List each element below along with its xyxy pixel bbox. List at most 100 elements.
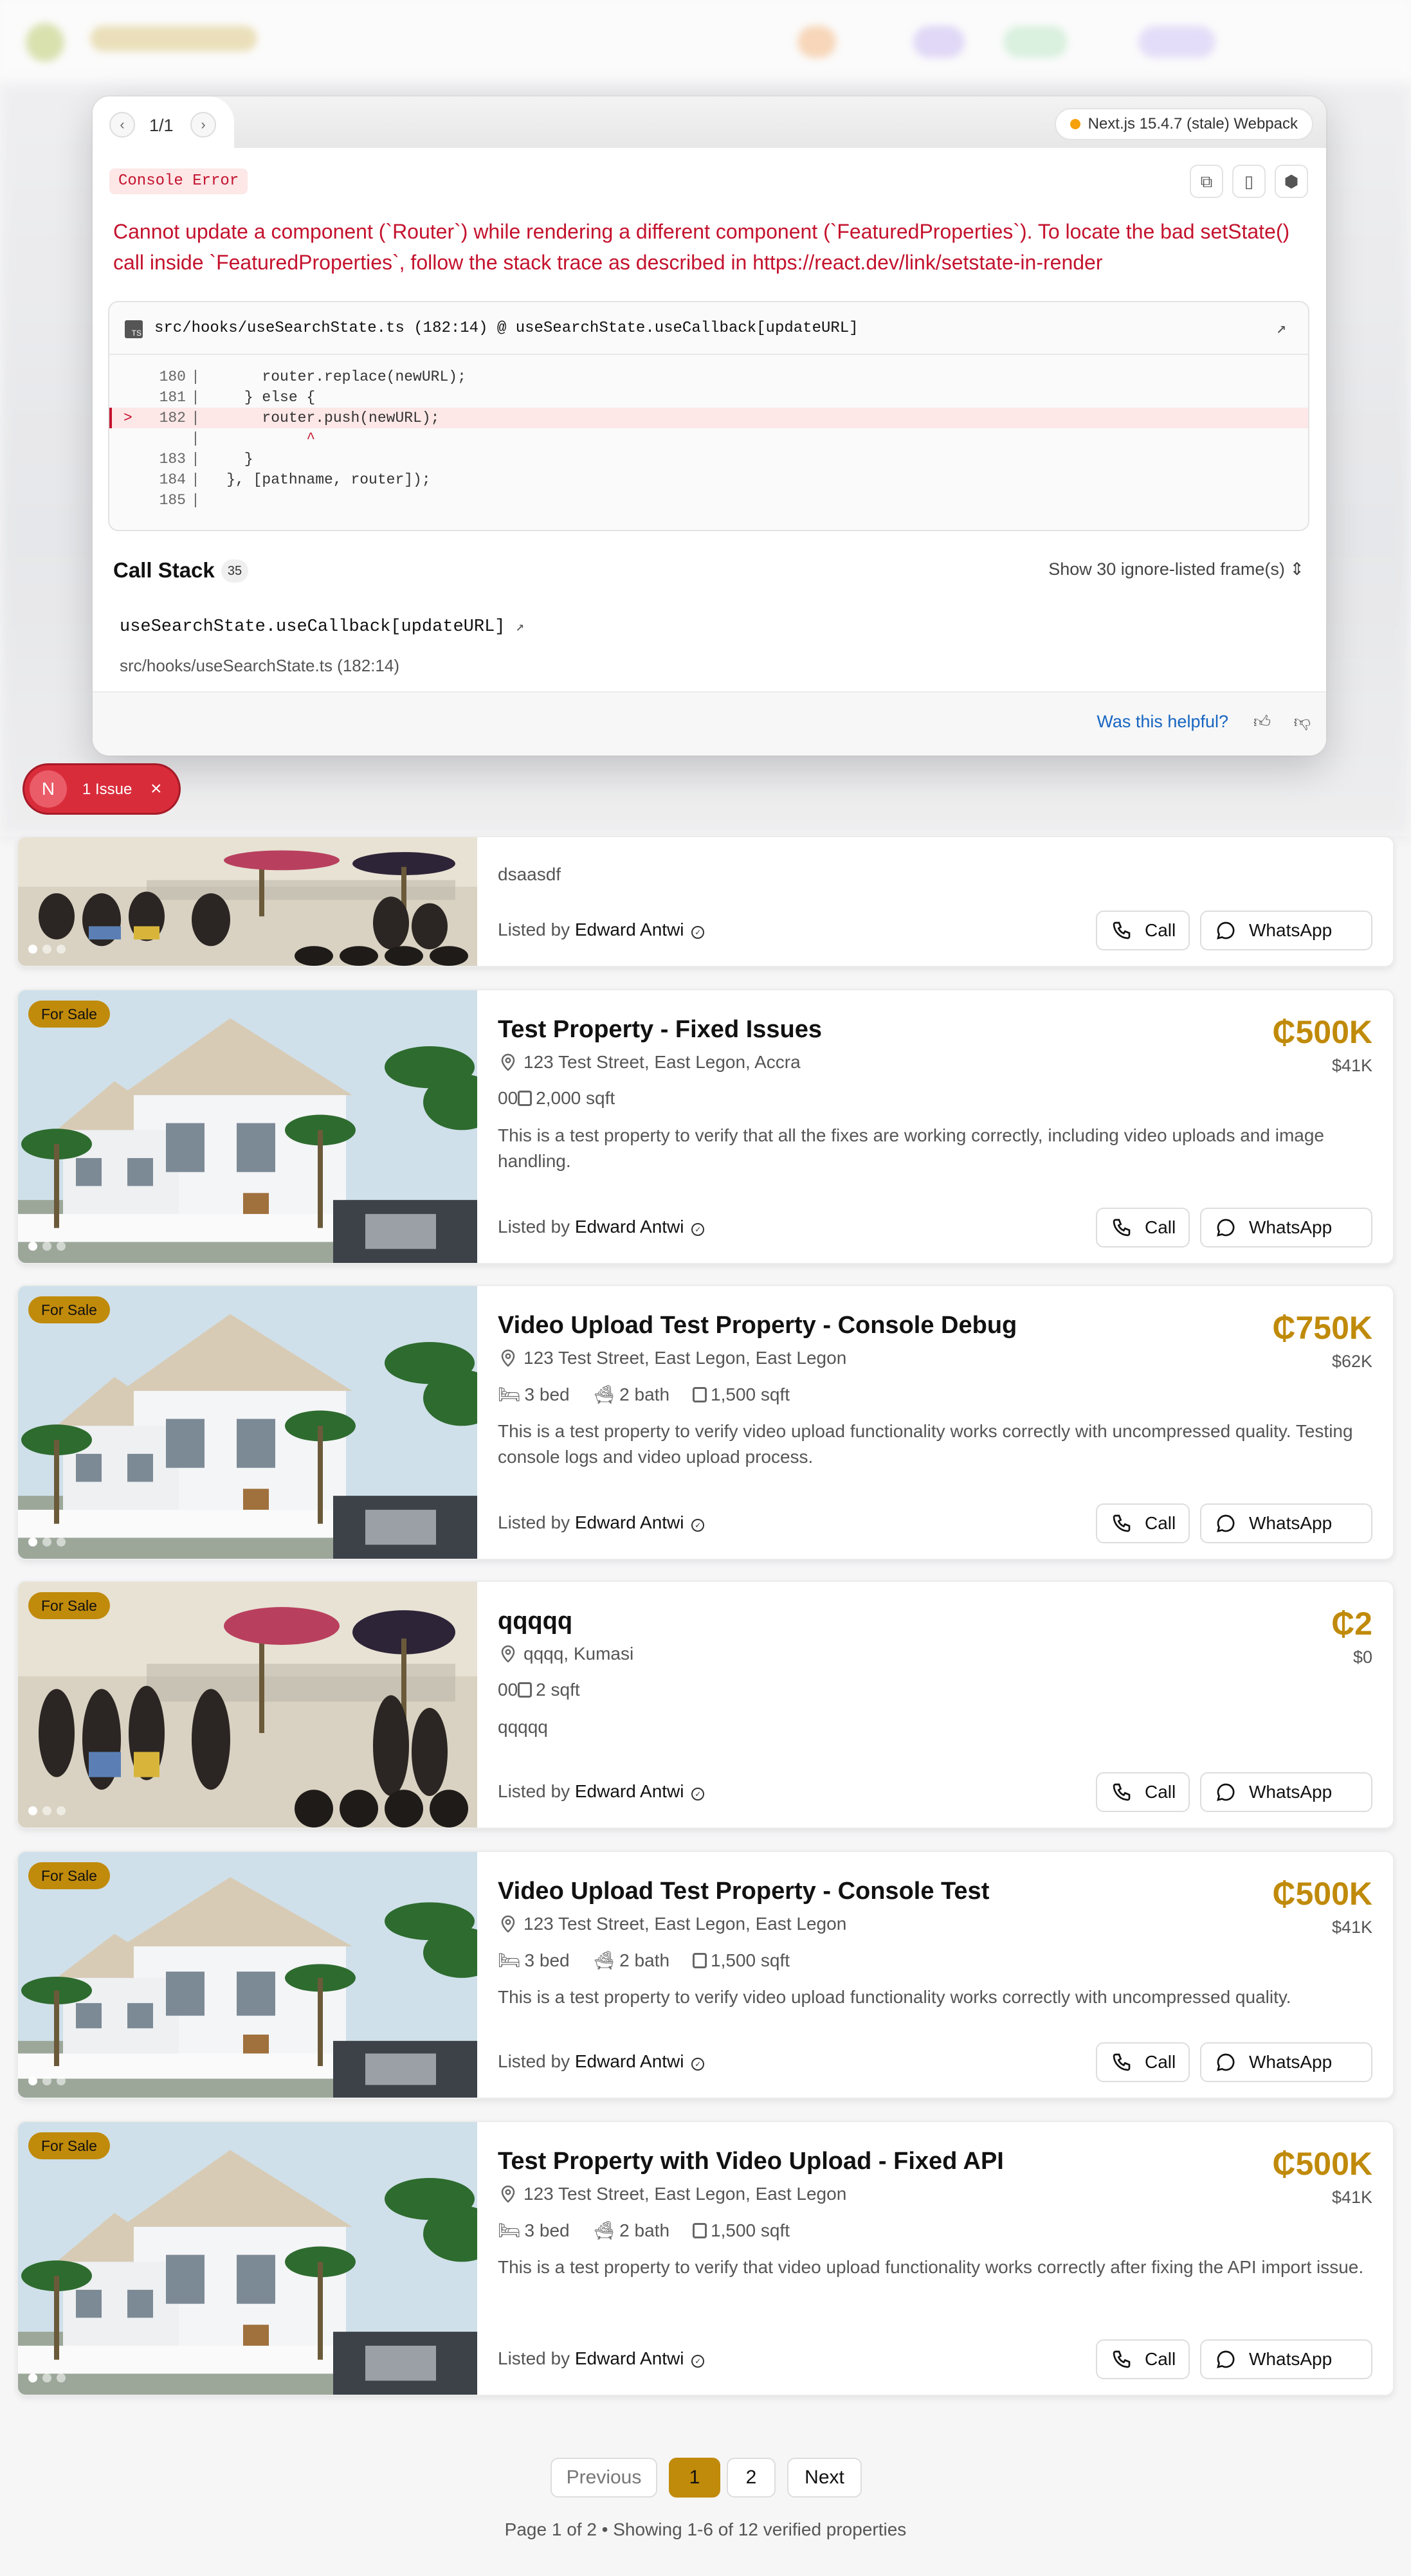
next-page-button[interactable]: Next xyxy=(787,2458,862,2498)
property-card[interactable]: For Sale Test Property with Video Upload … xyxy=(17,2121,1394,2396)
phone-icon xyxy=(1113,1783,1131,1801)
carousel-dot[interactable] xyxy=(42,1242,51,1251)
property-features: 🛏︎ 3 bed 🛁︎ 2 bath 1,500 sqft xyxy=(498,2220,790,2241)
property-price: ₵2 xyxy=(1331,1606,1372,1642)
whatsapp-button[interactable]: WhatsApp xyxy=(1200,1772,1372,1812)
agent-name[interactable]: Edward Antwi xyxy=(575,920,684,939)
image-carousel-dots[interactable] xyxy=(28,2373,71,2386)
carousel-dot[interactable] xyxy=(28,1242,37,1251)
line-code: router.push(newURL); xyxy=(208,410,440,426)
carousel-dot[interactable] xyxy=(28,1537,37,1547)
property-card[interactable]: For Sale qqqqq ₵2 $0 qqqq, Kumasi 00 2 sqft qqq… xyxy=(17,1581,1394,1829)
line-code: }, [pathname, router]); xyxy=(208,471,431,488)
whatsapp-button[interactable]: WhatsApp xyxy=(1200,2042,1372,2082)
call-stack-title: Call Stack xyxy=(113,558,215,582)
property-title[interactable]: qqqqq xyxy=(498,1608,572,1635)
whatsapp-button[interactable]: WhatsApp xyxy=(1200,911,1372,950)
listed-by-label: Listed by xyxy=(498,1512,570,1532)
bath-count: 2 bath xyxy=(619,2220,670,2240)
agent-name[interactable]: Edward Antwi xyxy=(575,2348,684,2368)
carousel-dot[interactable] xyxy=(57,2373,66,2382)
error-message: Cannot update a component (`Router`) whi… xyxy=(113,220,1290,274)
page-1-button[interactable]: 1 xyxy=(669,2458,720,2498)
features-prefix: 00 xyxy=(498,1680,518,1700)
image-carousel-dots[interactable] xyxy=(28,1537,71,1550)
property-image[interactable]: For Sale xyxy=(18,990,477,1263)
open-in-editor-icon[interactable]: ↗ xyxy=(1276,302,1286,355)
whatsapp-button[interactable]: WhatsApp xyxy=(1200,2339,1372,2379)
carousel-dot[interactable] xyxy=(57,1806,66,1815)
previous-error-button[interactable]: ‹ xyxy=(109,112,135,138)
code-frame-header: TS src/hooks/useSearchState.ts (182:14) … xyxy=(109,302,1308,355)
image-carousel-dots[interactable] xyxy=(28,2076,71,2089)
call-button[interactable]: Call xyxy=(1096,911,1190,950)
external-link-icon[interactable]: ↗ xyxy=(516,619,524,635)
carousel-dot[interactable] xyxy=(28,1806,37,1815)
stack-frame-function[interactable]: useSearchState.useCallback[updateURL] ↗ xyxy=(120,617,524,637)
carousel-dot[interactable] xyxy=(57,945,66,954)
carousel-dot[interactable] xyxy=(57,2076,66,2085)
stack-frame-location: src/hooks/useSearchState.ts (182:14) xyxy=(120,656,400,675)
property-title[interactable]: Test Property with Video Upload - Fixed … xyxy=(498,2148,1004,2175)
carousel-dot[interactable] xyxy=(28,2373,37,2382)
image-carousel-dots[interactable] xyxy=(28,945,71,957)
agent-name[interactable]: Edward Antwi xyxy=(575,1512,684,1532)
property-image[interactable]: For Sale xyxy=(18,1852,477,2098)
property-card[interactable]: For Sale Test Property - Fixed Issues ₵500… xyxy=(17,989,1394,1264)
close-icon[interactable]: × xyxy=(150,778,162,800)
nodejs-icon[interactable]: ⬢ xyxy=(1275,165,1308,198)
property-details: Video Upload Test Property - Console Tes… xyxy=(498,1852,1372,2098)
carousel-dot[interactable] xyxy=(42,945,51,954)
copy-icon[interactable]: ⧉ xyxy=(1190,165,1223,198)
property-card[interactable]: dsaasdf Listed by Edward Antwi ✓ Call Whats… xyxy=(17,836,1394,967)
property-description: This is a test property to verify that a… xyxy=(498,1125,1324,1171)
call-button[interactable]: Call xyxy=(1096,1208,1190,1247)
property-title[interactable]: Video Upload Test Property - Console Tes… xyxy=(498,1878,989,1905)
page-2-button[interactable]: 2 xyxy=(727,2458,776,2498)
property-image[interactable]: For Sale xyxy=(18,1582,477,1828)
carousel-dot[interactable] xyxy=(42,2373,51,2382)
call-button[interactable]: Call xyxy=(1096,2339,1190,2379)
image-carousel-dots[interactable] xyxy=(28,1806,71,1819)
carousel-dot[interactable] xyxy=(57,1537,66,1547)
property-title[interactable]: Test Property - Fixed Issues xyxy=(498,1016,822,1044)
next-error-button[interactable]: › xyxy=(190,112,216,138)
issues-badge[interactable]: N 1 Issue × xyxy=(24,765,179,813)
thumbs-up-icon[interactable]: 👍︎ xyxy=(1253,712,1271,732)
agent-name[interactable]: Edward Antwi xyxy=(575,2051,684,2071)
call-button[interactable]: Call xyxy=(1096,1503,1190,1543)
nextjs-version-badge[interactable]: Next.js 15.4.7 (stale) Webpack xyxy=(1054,108,1313,140)
docs-icon[interactable]: ▯ xyxy=(1232,165,1266,198)
show-ignored-frames-toggle[interactable]: Show 30 ignore-listed frame(s) ⇕ xyxy=(1048,559,1304,579)
listed-by: Listed by Edward Antwi ✓ xyxy=(498,1217,705,1237)
property-image[interactable]: For Sale xyxy=(18,1286,477,1559)
carousel-dot[interactable] xyxy=(42,2076,51,2085)
call-button[interactable]: Call xyxy=(1096,2042,1190,2082)
carousel-dot[interactable] xyxy=(42,1537,51,1547)
property-image[interactable]: For Sale xyxy=(18,2122,477,2395)
listed-by-label: Listed by xyxy=(498,1781,570,1801)
carousel-dot[interactable] xyxy=(28,945,37,954)
call-stack-count: 35 xyxy=(221,559,248,583)
previous-page-button[interactable]: Previous xyxy=(551,2458,657,2498)
whatsapp-button[interactable]: WhatsApp xyxy=(1200,1208,1372,1247)
listed-by: Listed by Edward Antwi ✓ xyxy=(498,2348,705,2369)
property-card[interactable]: For Sale Video Upload Test Property - Con… xyxy=(17,1285,1394,1560)
feedback-prompt: Was this helpful? xyxy=(1097,712,1228,731)
carousel-dot[interactable] xyxy=(42,1806,51,1815)
whatsapp-chat-icon xyxy=(1217,2053,1235,2071)
code-lines: 180 | router.replace(newURL); 181 | } else … xyxy=(109,355,1308,511)
thumbs-down-icon[interactable]: 👎︎ xyxy=(1294,712,1311,732)
carousel-dot[interactable] xyxy=(28,2076,37,2085)
property-title[interactable]: Video Upload Test Property - Console Deb… xyxy=(498,1312,1017,1339)
property-details: Test Property - Fixed Issues ₵500K $41K 123… xyxy=(498,990,1372,1263)
property-card[interactable]: For Sale Video Upload Test Property - Con… xyxy=(17,1851,1394,2099)
image-carousel-dots[interactable] xyxy=(28,1242,71,1254)
property-image[interactable] xyxy=(18,837,477,966)
bed-count: 3 bed xyxy=(524,1950,570,1970)
agent-name[interactable]: Edward Antwi xyxy=(575,1781,684,1801)
whatsapp-button[interactable]: WhatsApp xyxy=(1200,1503,1372,1543)
call-button[interactable]: Call xyxy=(1096,1772,1190,1812)
carousel-dot[interactable] xyxy=(57,1242,66,1251)
agent-name[interactable]: Edward Antwi xyxy=(575,1217,684,1237)
